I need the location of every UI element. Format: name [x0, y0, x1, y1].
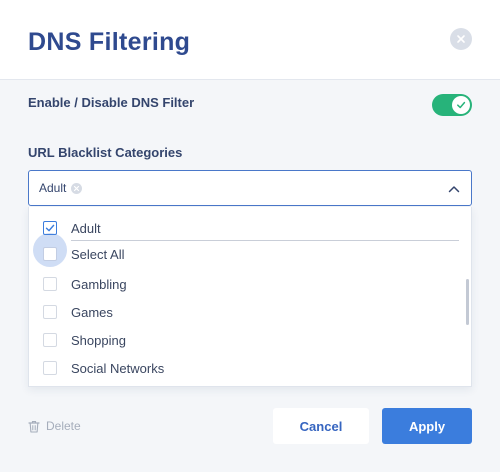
option-label: Gambling [71, 276, 127, 292]
close-icon [457, 35, 465, 43]
option-label: Games [71, 304, 113, 320]
dns-filter-toggle-label: Enable / Disable DNS Filter [28, 95, 195, 110]
option-label: Adult [71, 220, 101, 236]
blacklist-categories-label: URL Blacklist Categories [28, 145, 183, 160]
checkbox-select-all[interactable] [43, 247, 57, 261]
blacklist-categories-select[interactable]: Adult [28, 170, 472, 206]
checkbox-games[interactable] [43, 305, 57, 319]
option-adult[interactable]: Adult [29, 215, 459, 241]
close-button[interactable] [450, 28, 472, 50]
option-label: Shopping [71, 332, 126, 348]
option-social-networks[interactable]: Social Networks [29, 355, 459, 381]
option-label: Social Networks [71, 360, 165, 376]
remove-icon [74, 185, 80, 191]
apply-button[interactable]: Apply [382, 408, 472, 444]
tag-label: Adult [39, 181, 67, 195]
dns-filtering-dialog: DNS Filtering Enable / Disable DNS Filte… [0, 0, 500, 472]
toggle-knob [452, 96, 470, 114]
dialog-title: DNS Filtering [28, 28, 191, 56]
option-gambling[interactable]: Gambling [29, 271, 459, 297]
blacklist-dropdown-menu: Adult Select All Gambling Games Shopping… [28, 207, 472, 387]
option-games[interactable]: Games [29, 299, 459, 325]
delete-label: Delete [46, 419, 81, 433]
dns-filter-toggle[interactable] [432, 94, 472, 116]
checkbox-social-networks[interactable] [43, 361, 57, 375]
dialog-header: DNS Filtering [0, 0, 500, 80]
tag-remove-button[interactable] [71, 182, 83, 194]
option-select-all[interactable]: Select All [29, 233, 459, 267]
checkbox-gambling[interactable] [43, 277, 57, 291]
cancel-button[interactable]: Cancel [273, 408, 369, 444]
dropdown-scrollbar[interactable] [466, 279, 469, 325]
checkbox-shopping[interactable] [43, 333, 57, 347]
option-shopping[interactable]: Shopping [29, 327, 459, 353]
check-icon [457, 101, 466, 109]
option-label: Select All [71, 246, 125, 262]
delete-button[interactable]: Delete [28, 419, 81, 433]
trash-icon [28, 420, 40, 433]
selected-tag-adult: Adult [39, 179, 83, 197]
chevron-up-icon[interactable] [445, 180, 463, 198]
